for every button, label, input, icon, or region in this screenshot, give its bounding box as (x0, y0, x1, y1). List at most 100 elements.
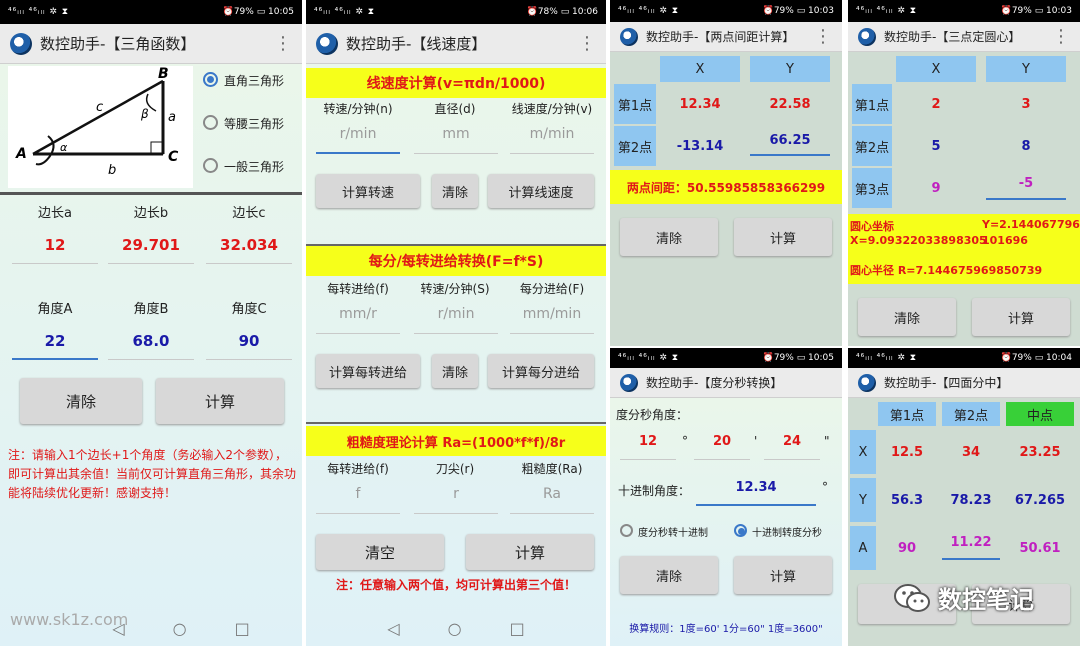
side-c-input[interactable]: 32.034 (206, 236, 292, 264)
p1-x-input[interactable]: 12.34 (660, 84, 740, 124)
clear-all-button[interactable]: 清空 (316, 534, 444, 570)
a2-input[interactable]: 11.22 (942, 526, 1000, 560)
calculate-button[interactable]: 计算 (734, 218, 832, 256)
app-logo-icon (620, 373, 638, 392)
beta-label: β (140, 107, 149, 121)
clear-button[interactable]: 清除 (620, 556, 718, 594)
status-bar: ⁴⁶ᵢₗₗ ⁴⁶ᵢₗₗ ✲ ⧗ ⏰79% ▭ 10:03 (848, 0, 1080, 22)
decimal-input[interactable]: 12.34 (696, 480, 816, 506)
y2-input[interactable]: 78.23 (942, 478, 1000, 522)
app-title: 数控助手-【线速度】 (346, 35, 487, 53)
clear-button[interactable]: 清除 (620, 218, 718, 256)
p3-x-input[interactable]: 9 (896, 168, 976, 208)
home-icon[interactable]: ○ (173, 619, 187, 638)
second-input[interactable]: 24 (764, 434, 820, 460)
p1-y-input[interactable]: 22.58 (750, 84, 830, 124)
a-mid-value: 50.61 (1019, 540, 1061, 556)
overflow-menu-icon[interactable]: ⋮ (578, 33, 596, 54)
p1-x-input[interactable]: 2 (896, 84, 976, 124)
y1-input[interactable]: 56.3 (878, 478, 936, 522)
feed-per-rev-input[interactable]: mm/r (316, 306, 400, 334)
clear-button[interactable]: 清除 (858, 298, 956, 336)
vertex-c-label: C (168, 149, 179, 165)
clear-feed-button[interactable]: 清除 (432, 354, 478, 388)
p1-y-input[interactable]: 3 (986, 84, 1066, 124)
degree-input[interactable]: 12 (620, 434, 676, 460)
p2-x-input[interactable]: -13.14 (660, 126, 740, 166)
radio-general-triangle[interactable] (203, 158, 218, 173)
screen-four-side-center: ⁴⁶ᵢₗₗ ⁴⁶ᵢₗₗ ✲ ⧗ ⏰79% ▭ 10:04 数控助手-【四面分中】 … (848, 348, 1080, 646)
recent-apps-icon[interactable]: □ (510, 619, 525, 638)
radio-isosceles-label: 等腰三角形 (224, 117, 285, 131)
header-x: X (660, 56, 740, 82)
row-y-label: Y (850, 478, 876, 522)
calc-feed-per-rev-button[interactable]: 计算每转进给 (316, 354, 420, 388)
radio-right-triangle[interactable] (203, 72, 218, 87)
clear-button[interactable]: 清除 (20, 378, 142, 424)
rpm-s-input[interactable]: r/min (414, 306, 498, 334)
a1-input[interactable]: 90 (878, 526, 936, 570)
header-side-a: 边长a (38, 206, 72, 221)
overflow-menu-icon[interactable]: ⋮ (274, 33, 292, 54)
p2-y-input[interactable]: 8 (986, 126, 1066, 166)
p2-x-input[interactable]: 5 (896, 126, 976, 166)
center-label: 圆心坐标 (850, 220, 894, 233)
app-bar: 数控助手-【线速度】 ⋮ (306, 24, 606, 64)
center-x: X=9.09322033898305 (850, 234, 987, 247)
speed-input[interactable]: m/min (510, 126, 594, 154)
status-bar: ⁴⁶ᵢₗₗ ⁴⁶ᵢₗₗ ✲ ⧗ ⏰79% ▭ 10:04 (848, 348, 1080, 368)
radio-isosceles-triangle[interactable] (203, 115, 218, 130)
triangle-diagram: B c β a A α b C (8, 66, 193, 188)
header-y: Y (750, 56, 830, 82)
minute-input[interactable]: 20 (694, 434, 750, 460)
label-feed-per-min: 每分进给(F) (519, 282, 585, 296)
calculate-button[interactable]: 计算 (734, 556, 832, 594)
header-point1: 第1点 (878, 402, 936, 426)
overflow-menu-icon[interactable]: ⋮ (814, 26, 832, 47)
back-icon[interactable]: ◁ (387, 619, 399, 638)
overflow-menu-icon[interactable]: ⋮ (1052, 26, 1070, 47)
wechat-watermark: 数控笔记 (892, 580, 1034, 615)
angle-b-input[interactable]: 68.0 (108, 332, 194, 360)
header-midpoint: 中点 (1006, 402, 1074, 426)
wechat-icon (894, 583, 930, 612)
diameter-input[interactable]: mm (414, 126, 498, 154)
radio-dms-to-decimal[interactable] (620, 524, 633, 537)
side-b-label: b (108, 163, 116, 178)
rpm-input[interactable]: r/min (316, 126, 400, 154)
degree-symbol: ° (682, 434, 688, 448)
calculate-button[interactable]: 计算 (466, 534, 594, 570)
x2-input[interactable]: 34 (942, 430, 1000, 474)
angle-a-input[interactable]: 22 (12, 332, 98, 360)
r-input[interactable]: r (414, 486, 498, 514)
calc-rpm-button[interactable]: 计算转速 (316, 174, 420, 208)
y-mid-value: 67.265 (1014, 492, 1066, 508)
calc-speed-button[interactable]: 计算线速度 (488, 174, 594, 208)
note-text: 注：任意输入两个值，均可计算出第三个值！ (335, 578, 576, 592)
radio-decimal-to-dms[interactable] (734, 524, 747, 537)
side-a-label: a (168, 110, 176, 125)
x1-input[interactable]: 12.5 (878, 430, 936, 474)
ra-input[interactable]: Ra (510, 486, 594, 514)
calculate-button[interactable]: 计算 (156, 378, 284, 424)
side-a-input[interactable]: 12 (12, 236, 98, 264)
clear-speed-button[interactable]: 清除 (432, 174, 478, 208)
angle-c-input[interactable]: 90 (206, 332, 292, 360)
label-feed-per-rev: 每转进给(f) (327, 282, 389, 296)
home-icon[interactable]: ○ (448, 619, 462, 638)
header-y: Y (986, 56, 1066, 82)
feed-per-min-input[interactable]: mm/min (510, 306, 594, 334)
x-mid-value: 23.25 (1019, 444, 1061, 460)
f-input[interactable]: f (316, 486, 400, 514)
calc-feed-per-min-button[interactable]: 计算每分进给 (488, 354, 594, 388)
vertex-b-label: B (158, 66, 169, 82)
back-icon[interactable]: ◁ (112, 619, 124, 638)
p3-y-input[interactable]: -5 (986, 168, 1066, 200)
side-b-input[interactable]: 29.701 (108, 236, 194, 264)
p2-y-input[interactable]: 66.25 (750, 126, 830, 156)
wechat-label: 数控笔记 (938, 586, 1034, 614)
row2-label: 第2点 (852, 126, 892, 166)
recent-apps-icon[interactable]: □ (235, 619, 250, 638)
calculate-button[interactable]: 计算 (972, 298, 1070, 336)
app-title: 数控助手-【三点定圆心】 (884, 30, 1021, 44)
